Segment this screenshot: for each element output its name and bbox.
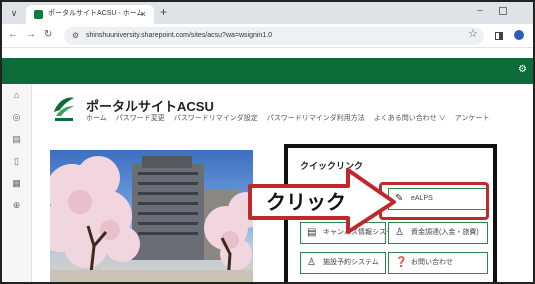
site-suite-bar: ⚙ [2, 58, 533, 84]
lists-icon[interactable]: ▦ [11, 178, 22, 189]
nav-item-home[interactable]: ホーム [86, 113, 107, 125]
address-bar[interactable]: ⚙ shinshuuniversity.sharepoint.com/sites… [64, 27, 484, 45]
tab-title: ポータルサイトACSU - ホーム [48, 10, 144, 17]
news-icon[interactable]: ▤ [11, 134, 22, 145]
bookmark-star-icon[interactable]: ☆ [468, 28, 478, 40]
window-maximize-button[interactable] [499, 7, 507, 15]
site-navigation: ホーム パスワード変更 パスワードリマインダ設定 パスワードリマインダ利用方法 … [86, 113, 489, 125]
click-callout-label: クリック [266, 190, 346, 214]
url-text[interactable]: shinshuuniversity.sharepoint.com/sites/a… [86, 31, 272, 41]
nav-item-faq[interactable]: よくある問い合わせ ∨ [374, 113, 446, 125]
profile-avatar[interactable] [514, 30, 524, 40]
tab-search-icon[interactable]: ∨ [8, 7, 20, 19]
globe-icon[interactable]: ◎ [11, 112, 22, 123]
quick-link-inquiry[interactable]: ❓ お問い合わせ [388, 252, 488, 274]
browser-toolbar: ← → ↻ ⚙ shinshuuniversity.sharepoint.com… [2, 24, 533, 48]
nav-item-password-change[interactable]: パスワード変更 [116, 113, 165, 125]
nav-item-survey[interactable]: アンケート [455, 113, 490, 125]
campus-photo [50, 150, 253, 282]
create-icon[interactable]: ⊕ [11, 200, 22, 211]
quick-link-facility-booking[interactable]: ♙ 施設予約システム [300, 252, 386, 274]
back-arrow-icon[interactable]: ← [8, 29, 18, 41]
screenshot-frame: ∨ ポータルサイトACSU - ホーム × + − ← → ↻ ⚙ shinsh… [0, 0, 535, 284]
forward-arrow-icon[interactable]: → [26, 29, 36, 41]
side-panel-icon[interactable] [495, 32, 503, 40]
browser-tab[interactable]: ポータルサイトACSU - ホーム × [26, 5, 154, 24]
university-logo-icon [54, 97, 74, 121]
app-rail: ⌂ ◎ ▤ ▯ ▦ ⊕ [2, 84, 32, 282]
site-favicon-icon [34, 10, 43, 19]
new-tab-button[interactable]: + [160, 6, 167, 19]
file-icon[interactable]: ▯ [11, 156, 22, 167]
home-icon[interactable]: ⌂ [11, 90, 22, 101]
question-icon: ❓ [395, 257, 408, 268]
nav-item-password-reminder-setup[interactable]: パスワードリマインダ設定 [174, 113, 258, 125]
window-minimize-button[interactable]: − [477, 6, 483, 17]
nav-item-password-reminder-howto[interactable]: パスワードリマインダ利用方法 [267, 113, 365, 125]
person-icon: ♙ [307, 257, 316, 268]
site-info-icon[interactable]: ⚙ [72, 30, 79, 42]
tab-close-icon[interactable]: × [141, 8, 146, 20]
reload-icon[interactable]: ↻ [44, 29, 52, 41]
browser-tab-bar: ∨ ポータルサイトACSU - ホーム × + − [2, 2, 533, 24]
settings-gear-icon[interactable]: ⚙ [518, 64, 527, 76]
quick-link-funding[interactable]: ♙ 資金調達(入金・旅費) [388, 222, 488, 244]
